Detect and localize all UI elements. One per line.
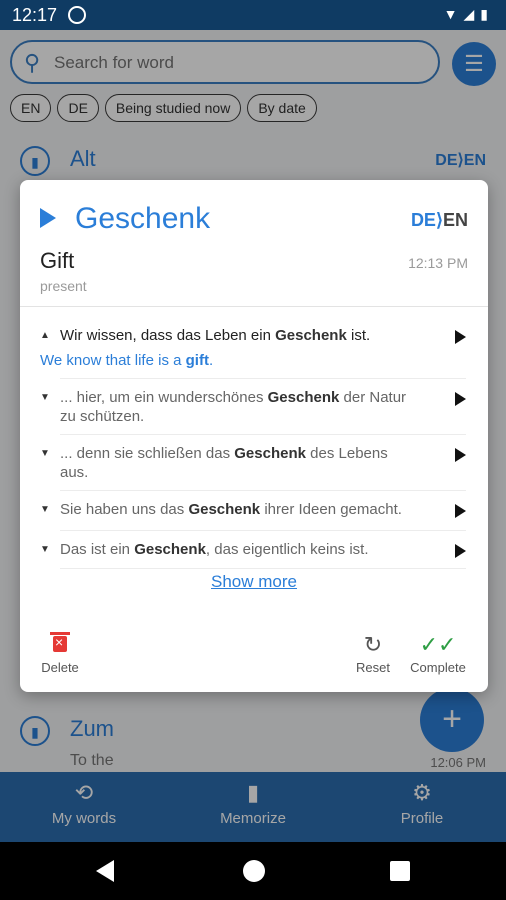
divider (60, 490, 466, 491)
play-icon[interactable] (455, 330, 466, 344)
play-icon[interactable] (455, 504, 466, 518)
system-status-icons: ▼◢▮ (443, 6, 494, 22)
chevron-down-icon[interactable]: ▼ (40, 448, 50, 459)
chevron-up-icon[interactable]: ▲ (40, 330, 50, 341)
show-more-link[interactable]: Show more (20, 572, 488, 592)
reset-label: Reset (356, 660, 390, 675)
lang-to: EN (442, 210, 468, 230)
chevron-down-icon[interactable]: ▼ (40, 544, 50, 555)
example-text: ... hier, um ein wunderschönes Geschenk … (60, 389, 407, 425)
trash-icon (40, 632, 80, 660)
delete-button[interactable]: Delete (40, 632, 80, 675)
home-icon[interactable] (243, 860, 265, 882)
divider (20, 306, 488, 307)
play-icon[interactable] (455, 392, 466, 406)
complete-label: Complete (410, 660, 466, 675)
divider (60, 378, 466, 379)
back-icon[interactable] (96, 860, 114, 882)
example-text: Sie haben uns das Geschenk ihrer Ideen g… (60, 501, 402, 518)
word-detail-dialog: Geschenk DE⟩EN Gift 12:13 PM present ▲ W… (20, 180, 488, 692)
chevron-right-icon: ⟩ (435, 210, 443, 230)
status-time: 12:17 (12, 5, 58, 25)
dialog-translation: Gift (40, 248, 75, 273)
dialog-time: 12:13 PM (408, 255, 468, 271)
status-bar: 12:17 ▼◢▮ (0, 0, 506, 30)
dialog-alt-translation: present (40, 278, 87, 294)
example-item[interactable]: ▼ Sie haben uns das Geschenk ihrer Ideen… (40, 500, 466, 524)
divider (60, 568, 466, 569)
system-navigation-bar (0, 842, 506, 900)
example-text: ... denn sie schließen das Geschenk des … (60, 445, 388, 481)
play-icon[interactable] (455, 448, 466, 462)
recent-apps-icon[interactable] (390, 861, 410, 881)
complete-button[interactable]: ✓✓ Complete (406, 632, 470, 675)
reset-button[interactable]: ↻ Reset (352, 632, 394, 675)
dnd-icon (68, 6, 86, 24)
lang-from: DE (410, 210, 436, 230)
language-pair: DE⟩EN (411, 210, 468, 231)
refresh-icon: ↻ (363, 632, 383, 657)
play-audio-icon[interactable] (40, 208, 56, 228)
chevron-down-icon[interactable]: ▼ (40, 392, 50, 403)
example-item[interactable]: ▼ Das ist ein Geschenk, das eigentlich k… (40, 540, 466, 564)
example-item[interactable]: ▼ ... denn sie schließen das Geschenk de… (40, 444, 466, 484)
example-text: Das ist ein Geschenk, das eigentlich kei… (60, 541, 369, 558)
divider (60, 530, 466, 531)
double-check-icon: ✓✓ (419, 632, 457, 657)
chevron-down-icon[interactable]: ▼ (40, 504, 50, 515)
dialog-word: Geschenk (75, 202, 211, 235)
example-item[interactable]: ▲ Wir wissen, dass das Leben ein Geschen… (40, 326, 466, 376)
delete-label: Delete (41, 660, 79, 675)
play-icon[interactable] (455, 544, 466, 558)
example-text: Wir wissen, dass das Leben ein Geschenk … (60, 327, 371, 344)
divider (60, 434, 466, 435)
example-translation: We know that life is a gift. (40, 352, 214, 369)
example-item[interactable]: ▼ ... hier, um ein wunderschönes Geschen… (40, 388, 466, 428)
